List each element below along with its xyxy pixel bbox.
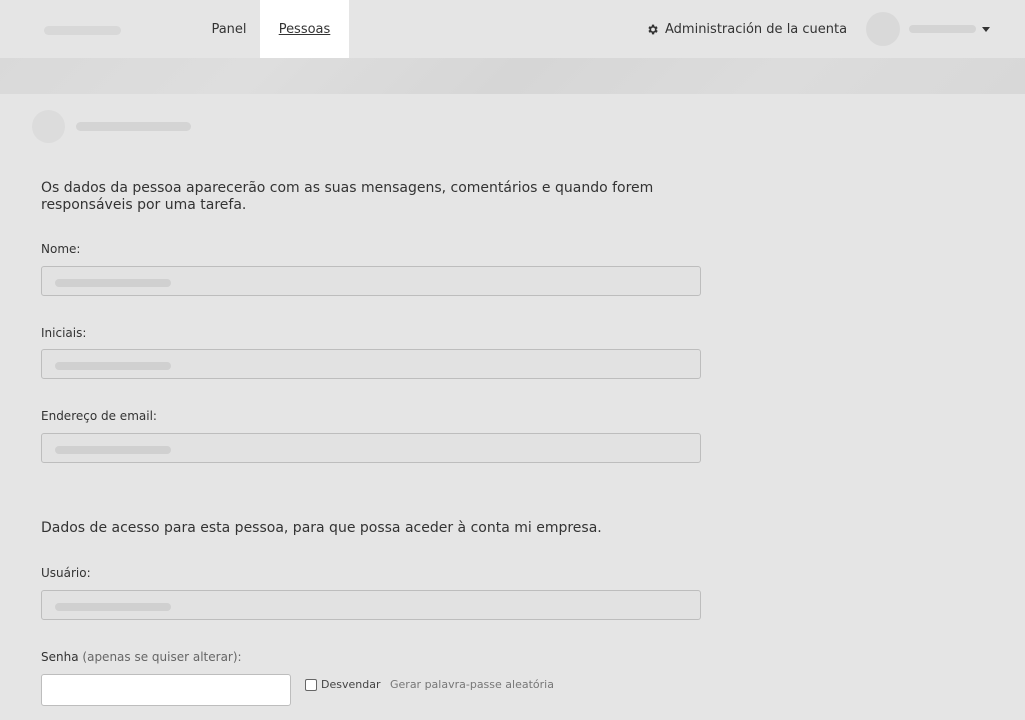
person-name-title (76, 122, 191, 131)
person-header (32, 110, 191, 143)
user-input[interactable] (41, 590, 701, 620)
nav-tab-panel-label: Panel (211, 21, 247, 37)
account-admin-link[interactable]: Administración de la cuenta (646, 0, 847, 58)
name-value (55, 279, 171, 287)
app-logo[interactable] (44, 26, 121, 35)
email-value (55, 446, 171, 454)
email-label: Endereço de email: (41, 409, 157, 423)
password-hint: (apenas se quiser alterar): (82, 650, 242, 664)
name-label: Nome: (41, 242, 81, 256)
password-label: Senha (apenas se quiser alterar): (41, 650, 242, 664)
nav-tab-pessoas[interactable]: Pessoas (260, 0, 349, 58)
generate-password-link[interactable]: Gerar palavra-passe aleatória (390, 678, 554, 691)
user-menu[interactable] (866, 12, 990, 46)
initials-input[interactable] (41, 349, 701, 379)
gear-icon (646, 23, 659, 36)
nav-tab-pessoas-label: Pessoas (278, 21, 331, 37)
name-input[interactable] (41, 266, 701, 296)
account-admin-label: Administración de la cuenta (665, 21, 848, 37)
nav-tab-panel[interactable]: Panel (200, 0, 258, 58)
person-data-description: Os dados da pessoa aparecerão com as sua… (41, 180, 654, 213)
user-value (55, 603, 171, 611)
avatar (866, 12, 900, 46)
email-input[interactable] (41, 433, 701, 463)
reveal-checkbox[interactable] (305, 678, 317, 691)
top-navigation-bar: Panel Pessoas Administración de la cuent… (0, 0, 1025, 58)
password-input[interactable] (41, 674, 291, 706)
chevron-down-icon (982, 26, 990, 32)
person-avatar (32, 110, 65, 143)
reveal-label: Desvendar (321, 678, 381, 691)
initials-value (55, 362, 171, 370)
user-name (909, 25, 976, 33)
initials-label: Iniciais: (41, 326, 87, 340)
reveal-password-toggle[interactable]: Desvendar (305, 678, 380, 691)
header-banner (0, 58, 1025, 94)
user-label: Usuário: (41, 566, 91, 580)
password-label-text: Senha (41, 650, 79, 664)
access-data-description: Dados de acesso para esta pessoa, para q… (41, 520, 602, 536)
